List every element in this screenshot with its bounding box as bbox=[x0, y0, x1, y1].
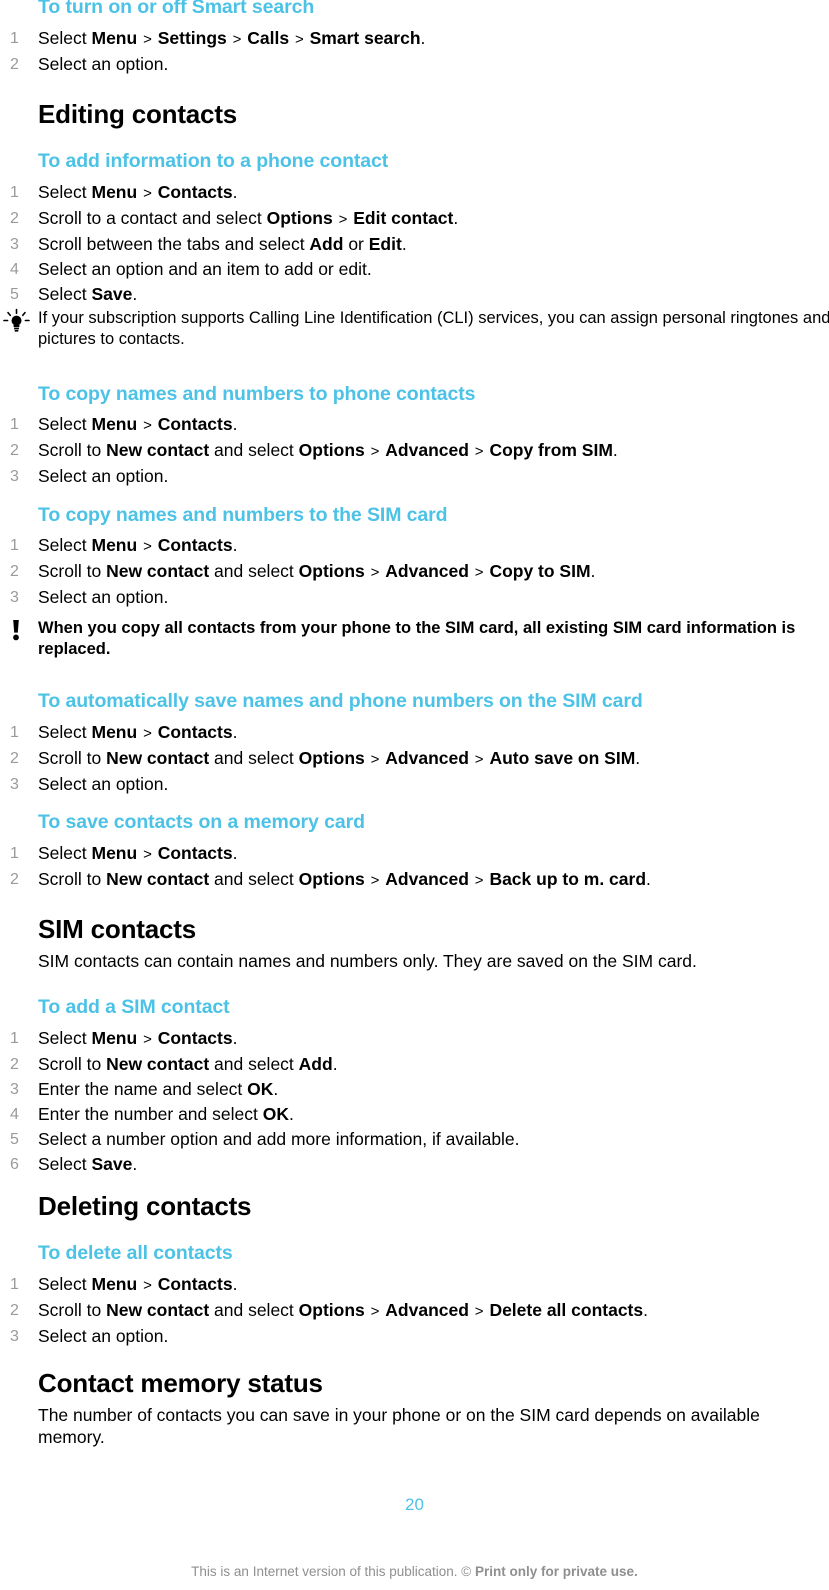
note-text: When you copy all contacts from your pho… bbox=[38, 619, 796, 658]
document-page: To turn on or off Smart search Select Me… bbox=[0, 0, 829, 1590]
list-item: Select Menu > Contacts. bbox=[10, 1272, 238, 1297]
exclamation-icon bbox=[2, 618, 32, 648]
heading-to-automatically-save-names-and-phone-numbers-on-the-sim-card: To automatically save names and phone nu… bbox=[38, 690, 643, 712]
list-item: Select Save. bbox=[10, 282, 138, 307]
list-item: Select Menu > Contacts. bbox=[10, 533, 238, 558]
heading-to-turn-on-or-off-smart-search: To turn on or off Smart search bbox=[38, 0, 315, 18]
list-item: Select an option. bbox=[10, 1324, 169, 1349]
steps-smart-search: Select Menu > Settings > Calls > Smart s… bbox=[0, 26, 425, 77]
memory-status-intro: The number of contacts you can save in y… bbox=[38, 1405, 760, 1447]
heading-to-add-information-to-a-phone-contact: To add information to a phone contact bbox=[38, 150, 389, 172]
sim-contacts-intro: SIM contacts can contain names and numbe… bbox=[38, 951, 697, 971]
note-callout: When you copy all contacts from your pho… bbox=[0, 618, 829, 660]
list-item: Select an option. bbox=[10, 772, 169, 797]
heading-to-copy-names-and-numbers-to-phone-contacts: To copy names and numbers to phone conta… bbox=[38, 383, 476, 405]
list-item: Scroll to New contact and select Add. bbox=[10, 1052, 338, 1077]
footer-disclaimer-emphasis: Print only for private use. bbox=[475, 1564, 638, 1579]
heading-contact-memory-status: Contact memory status bbox=[38, 1368, 323, 1398]
steps-copy-names-to-phone-contacts: Select Menu > Contacts. Scroll to New con… bbox=[0, 412, 618, 489]
list-item: Select Menu > Contacts. bbox=[10, 1026, 238, 1051]
list-item: Select Menu > Contacts. bbox=[10, 412, 238, 437]
list-item: Select an option and an item to add or e… bbox=[10, 257, 372, 282]
list-item: Scroll to New contact and select Options… bbox=[10, 559, 596, 584]
steps-copy-names-to-sim-card: Select Menu > Contacts. Scroll to New con… bbox=[0, 533, 595, 610]
list-item: Select a number option and add more info… bbox=[10, 1127, 520, 1152]
steps-delete-all-contacts: Select Menu > Contacts. Scroll to New con… bbox=[0, 1272, 648, 1349]
list-item: Enter the name and select OK. bbox=[10, 1077, 279, 1102]
footer-disclaimer-prefix: This is an Internet version of this publ… bbox=[191, 1564, 476, 1579]
lightbulb-icon bbox=[2, 308, 32, 338]
heading-deleting-contacts: Deleting contacts bbox=[38, 1191, 252, 1221]
steps-auto-save-on-sim: Select Menu > Contacts. Scroll to New con… bbox=[0, 720, 640, 797]
heading-to-delete-all-contacts: To delete all contacts bbox=[38, 1242, 233, 1264]
footer-disclaimer: This is an Internet version of this publ… bbox=[0, 1564, 829, 1579]
list-item: Select an option. bbox=[10, 585, 169, 610]
heading-to-save-contacts-on-a-memory-card: To save contacts on a memory card bbox=[38, 811, 365, 833]
list-item: Scroll to a contact and select Options >… bbox=[10, 206, 459, 231]
list-item: Select Menu > Settings > Calls > Smart s… bbox=[10, 26, 426, 51]
list-item: Scroll to New contact and select Options… bbox=[10, 867, 651, 892]
heading-to-add-a-sim-contact: To add a SIM contact bbox=[38, 996, 230, 1018]
list-item: Select Menu > Contacts. bbox=[10, 180, 238, 205]
list-item: Select an option. bbox=[10, 464, 169, 489]
tip-callout: If your subscription supports Calling Li… bbox=[0, 308, 829, 350]
steps-add-information-to-phone-contact: Select Menu > Contacts. Scroll to a conta… bbox=[0, 180, 458, 307]
page-number: 20 bbox=[405, 1495, 424, 1514]
heading-editing-contacts: Editing contacts bbox=[38, 99, 238, 129]
steps-add-sim-contact: Select Menu > Contacts. Scroll to New con… bbox=[0, 1026, 520, 1177]
tip-text: If your subscription supports Calling Li… bbox=[38, 309, 829, 348]
list-item: Enter the number and select OK. bbox=[10, 1102, 294, 1127]
list-item: Select Save. bbox=[10, 1152, 138, 1177]
steps-save-contacts-on-memory-card: Select Menu > Contacts. Scroll to New con… bbox=[0, 841, 651, 893]
list-item: Scroll to New contact and select Options… bbox=[10, 1298, 648, 1323]
list-item: Scroll between the tabs and select Add o… bbox=[10, 232, 407, 257]
list-item: Scroll to New contact and select Options… bbox=[10, 438, 618, 463]
list-item: Select Menu > Contacts. bbox=[10, 720, 238, 745]
list-item: Select Menu > Contacts. bbox=[10, 841, 238, 866]
list-item: Scroll to New contact and select Options… bbox=[10, 746, 641, 771]
heading-sim-contacts: SIM contacts bbox=[38, 914, 196, 944]
list-item: Select an option. bbox=[10, 52, 169, 77]
heading-to-copy-names-and-numbers-to-the-sim-card: To copy names and numbers to the SIM car… bbox=[38, 504, 448, 526]
